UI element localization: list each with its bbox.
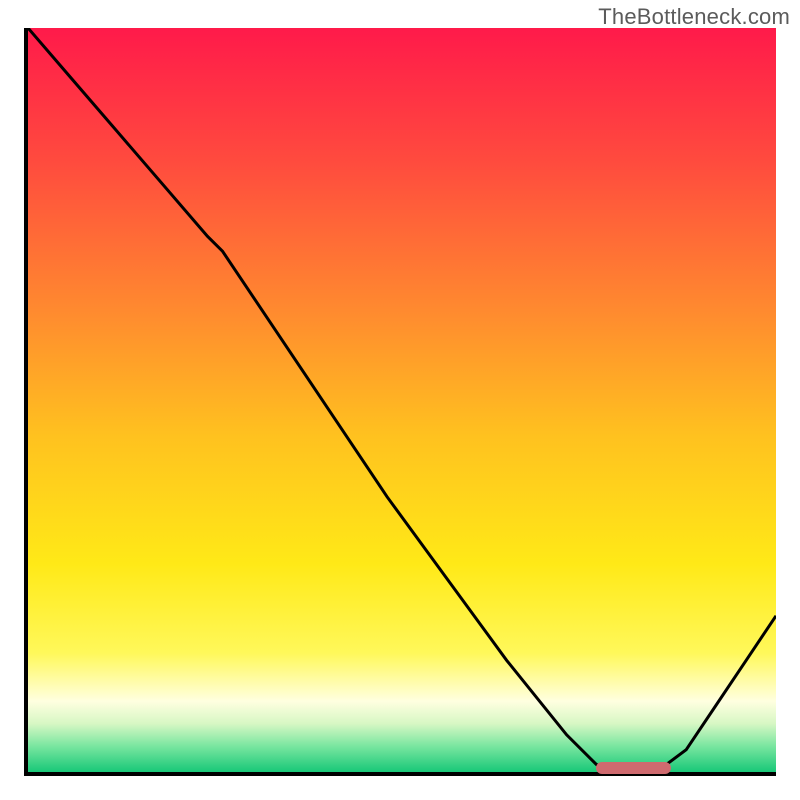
optimal-range-marker	[596, 762, 671, 774]
plot-frame	[24, 28, 776, 776]
watermark-text: TheBottleneck.com	[598, 4, 790, 30]
curve-layer	[28, 28, 776, 772]
chart-container: TheBottleneck.com	[0, 0, 800, 800]
bottleneck-curve	[28, 28, 776, 772]
plot-area	[28, 28, 776, 772]
